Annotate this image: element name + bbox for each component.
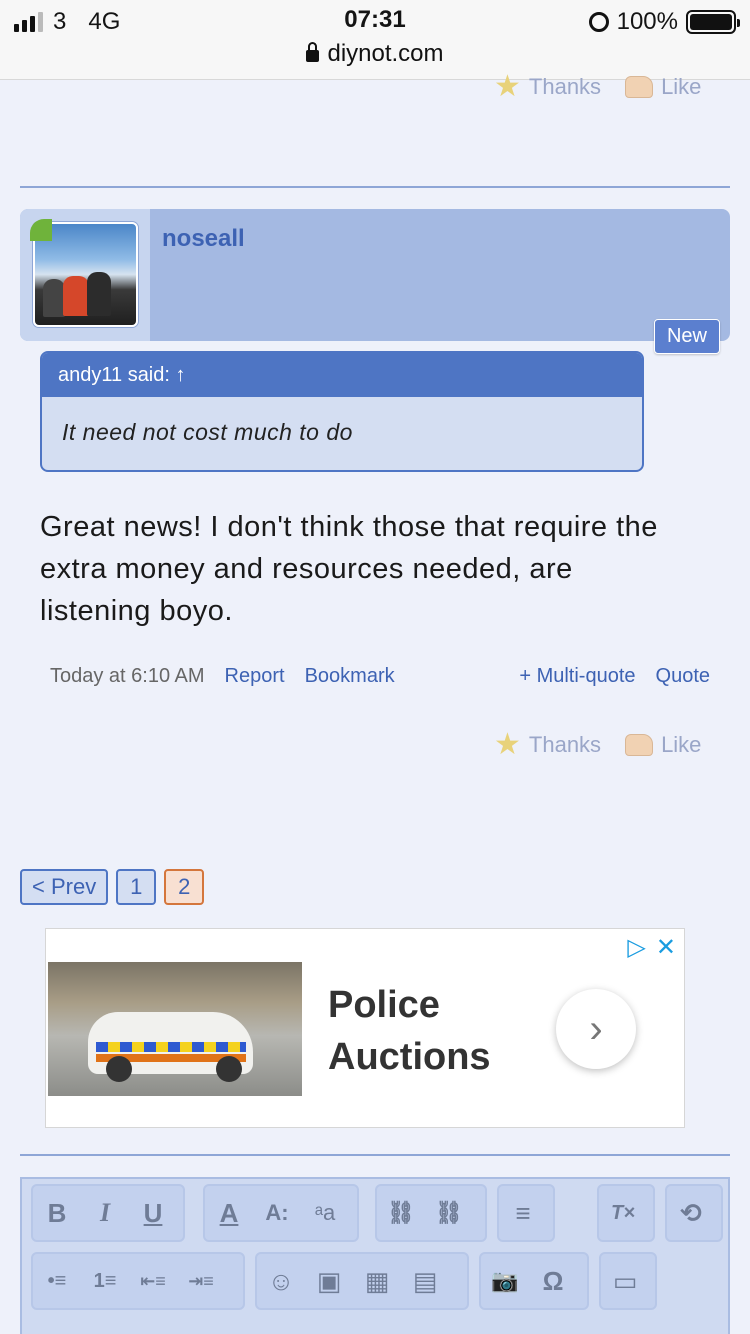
star-icon: ★ (494, 728, 521, 761)
font-family-button[interactable]: ᵃa (301, 1187, 349, 1239)
link-group: ⛓ ⛓ (375, 1184, 487, 1242)
align-group: ≡ (497, 1184, 555, 1242)
online-indicator-icon (30, 219, 52, 241)
camera-icon[interactable]: 📷 (481, 1255, 529, 1307)
indent-icon[interactable]: ⇥≡ (177, 1255, 225, 1307)
alarm-icon (588, 12, 609, 32)
bullet-list-icon[interactable]: •≡ (33, 1255, 81, 1307)
font-size-button[interactable]: A: (253, 1187, 301, 1239)
unlink-icon[interactable]: ⛓ (425, 1187, 473, 1239)
quote-link[interactable]: Quote (656, 665, 710, 688)
address-bar[interactable]: diynot.com (0, 40, 750, 68)
thanks-button[interactable]: ★ Thanks (494, 730, 601, 760)
quote-text: It need not cost much to do (62, 419, 353, 445)
link-icon[interactable]: ⛓ (377, 1187, 425, 1239)
thanks-label: Thanks (528, 732, 602, 757)
bookmark-link[interactable]: Bookmark (305, 665, 395, 688)
quote-block-icon[interactable]: ▤ (401, 1255, 449, 1307)
multiquote-link[interactable]: + Multi-quote (519, 665, 635, 688)
symbol-icon[interactable]: Ω (529, 1255, 577, 1307)
post-divider (20, 186, 730, 188)
pagination: < Prev 1 2 (20, 869, 205, 905)
like-button[interactable]: Like (625, 74, 701, 100)
page-1-button[interactable]: 1 (116, 869, 157, 905)
adchoices-icon[interactable]: ▷ (627, 933, 645, 962)
like-label: Like (661, 732, 702, 757)
font-group: A A: ᵃa (203, 1184, 359, 1242)
avatar-container (20, 209, 150, 341)
prev-post-reactions: ★ Thanks Like (494, 72, 701, 102)
thumbs-up-icon (625, 76, 654, 98)
quote-attribution-link[interactable]: andy11 said: ↑ (42, 353, 642, 397)
ad-title-line1: Police (328, 984, 440, 1026)
font-color-button[interactable]: A (205, 1187, 253, 1239)
list-group: •≡ 1≡ ⇤≡ ⇥≡ (31, 1252, 245, 1310)
italic-button[interactable]: I (81, 1187, 129, 1239)
bold-button[interactable]: B (33, 1187, 81, 1239)
status-bar: 3 4G 07:31 diynot.com 100% (0, 0, 750, 80)
post-reactions: ★ Thanks Like (494, 730, 701, 760)
ad-image[interactable] (48, 962, 302, 1096)
prev-page-button[interactable]: < Prev (20, 869, 109, 905)
smilie-icon[interactable]: ☺ (257, 1255, 305, 1307)
thanks-button[interactable]: ★ Thanks (494, 72, 601, 102)
outdent-icon[interactable]: ⇤≡ (129, 1255, 177, 1307)
star-icon: ★ (494, 70, 521, 103)
image-icon[interactable]: ▣ (305, 1255, 353, 1307)
remove-format-icon[interactable]: T× (599, 1187, 647, 1239)
undo-icon[interactable]: ⟲ (667, 1187, 715, 1239)
new-badge: New (653, 319, 720, 354)
thanks-label: Thanks (528, 74, 602, 99)
insert-group: ☺ ▣ ▦ ▤ (255, 1252, 469, 1310)
ad-title[interactable]: Police Auctions (328, 979, 491, 1083)
ad-close-icon[interactable]: ✕ (656, 933, 676, 962)
attach-group: 📷 Ω (479, 1252, 589, 1310)
post-body: Great news! I don't think those that req… (40, 511, 658, 627)
media-icon[interactable]: ▦ (353, 1255, 401, 1307)
username-link[interactable]: noseall (162, 225, 245, 253)
quote-block: andy11 said: ↑ It need not cost much to … (40, 351, 644, 472)
editor-divider (20, 1154, 730, 1156)
post-header: noseall New (20, 209, 730, 354)
reply-editor: B I U A A: ᵃa ⛓ ⛓ ≡ T× ⟲ •≡ 1≡ ⇤≡ ⇥≡ ☺ ▣… (20, 1177, 730, 1334)
like-button[interactable]: Like (625, 732, 701, 758)
ad-choices[interactable]: ▷ ✕ (627, 933, 676, 962)
advertisement[interactable]: ▷ ✕ Police Auctions › (45, 928, 685, 1128)
underline-button[interactable]: U (129, 1187, 177, 1239)
align-left-icon[interactable]: ≡ (499, 1187, 547, 1239)
numbered-list-icon[interactable]: 1≡ (81, 1255, 129, 1307)
ad-title-line2: Auctions (328, 1036, 491, 1078)
post-timestamp[interactable]: Today at 6:10 AM (50, 665, 205, 688)
page-2-button[interactable]: 2 (164, 869, 205, 905)
remove-format-group: T× (597, 1184, 655, 1242)
thumbs-up-icon (625, 734, 654, 756)
battery-icon (686, 10, 740, 34)
status-right: 100% (588, 8, 740, 36)
ad-arrow-button[interactable]: › (556, 989, 636, 1069)
save-group: ▭ (599, 1252, 657, 1310)
text-style-group: B I U (31, 1184, 185, 1242)
save-draft-icon[interactable]: ▭ (601, 1255, 649, 1307)
undo-group: ⟲ (665, 1184, 723, 1242)
post-actions: Today at 6:10 AM Report Bookmark + Multi… (50, 665, 710, 688)
battery-percent: 100% (616, 8, 678, 35)
like-label: Like (661, 74, 702, 99)
chevron-right-icon: › (589, 1006, 603, 1051)
lock-icon (306, 42, 320, 62)
url-text: diynot.com (327, 40, 444, 67)
report-link[interactable]: Report (225, 665, 285, 688)
